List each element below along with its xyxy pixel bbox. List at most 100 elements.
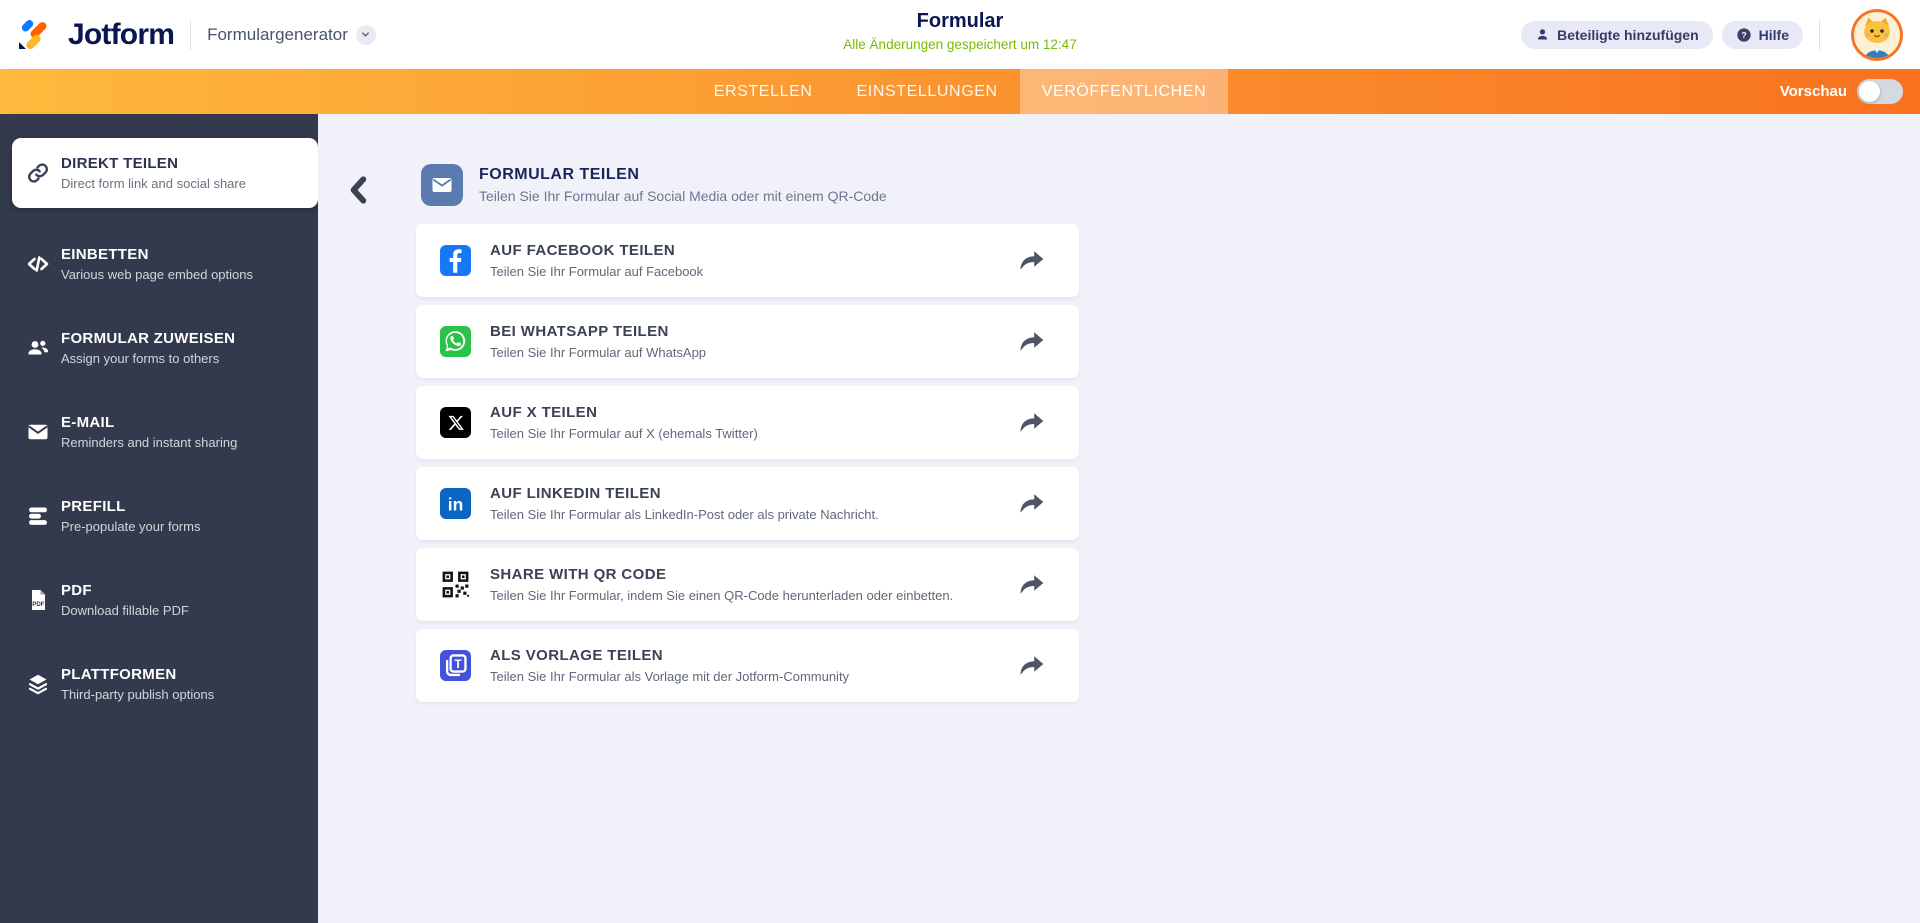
rows-icon: [26, 504, 50, 528]
linkedin-icon: in: [440, 488, 471, 519]
share-arrow-icon[interactable]: [1019, 493, 1045, 515]
share-option-texts: ALS VORLAGE TEILEN Teilen Sie Ihr Formula…: [490, 647, 849, 684]
share-arrow-icon[interactable]: [1019, 655, 1045, 677]
section-subtitle: Teilen Sie Ihr Formular auf Social Media…: [479, 188, 887, 204]
publish-sidebar: DIREKT TEILEN Direct form link and social…: [0, 114, 318, 923]
svg-text:T: T: [455, 658, 462, 671]
toggle-knob: [1859, 81, 1880, 102]
share-option-texts: SHARE WITH QR CODE Teilen Sie Ihr Formula…: [490, 566, 953, 603]
share-option-facebook[interactable]: AUF FACEBOOK TEILEN Teilen Sie Ihr Formul…: [416, 224, 1079, 297]
sidebar-item-text: EINBETTEN Various web page embed options: [61, 246, 253, 282]
back-button[interactable]: [342, 174, 376, 208]
share-option-subtitle: Teilen Sie Ihr Formular, indem Sie einen…: [490, 588, 954, 603]
tab-veroeffentlichen[interactable]: VERÖFFENTLICHEN: [1019, 69, 1229, 114]
share-option-subtitle: Teilen Sie Ihr Formular auf Facebook: [490, 264, 704, 279]
sidebar-item-text: DIREKT TEILEN Direct form link and social…: [61, 155, 246, 191]
sidebar-item-pdf[interactable]: PDF PDF Download fillable PDF: [0, 558, 318, 642]
facebook-icon: [440, 245, 471, 276]
person-icon: [1538, 29, 1548, 40]
share-option-title: AUF X TEILEN: [490, 404, 598, 421]
section-title: FORMULAR TEILEN: [479, 166, 640, 183]
share-option-template[interactable]: T ALS VORLAGE TEILEN Teilen Sie Ihr Formul…: [416, 629, 1079, 702]
share-option-subtitle: Teilen Sie Ihr Formular als LinkedIn-Pos…: [490, 507, 879, 522]
envelope-tile-icon: [421, 164, 463, 206]
top-header: Jotform Formulargenerator Formular Alle …: [0, 0, 1920, 69]
tab-erstellen[interactable]: ERSTELLEN: [692, 69, 835, 114]
sidebar-item-title: FORMULAR ZUWEISEN: [61, 330, 236, 347]
share-option-subtitle: Teilen Sie Ihr Formular auf X (ehemals T…: [490, 426, 758, 441]
share-option-linkedin[interactable]: in AUF LINKEDIN TEILEN Teilen Sie Ihr Form…: [416, 467, 1079, 540]
header-right: Beteiligte hinzufügen ? Hilfe: [1521, 8, 1903, 61]
sidebar-item-subtitle: Download fillable PDF: [61, 603, 189, 618]
share-arrow-icon[interactable]: [1019, 574, 1045, 596]
sidebar-item-e-mail[interactable]: E-MAIL Reminders and instant sharing: [0, 390, 318, 474]
svg-text:in: in: [448, 495, 463, 515]
user-avatar[interactable]: [1836, 8, 1903, 61]
cat-avatar-icon: [1851, 8, 1903, 61]
envelope-icon: [26, 420, 50, 444]
sidebar-item-title: E-MAIL: [61, 414, 115, 431]
preview-control: Vorschau: [1780, 69, 1903, 114]
qr-icon: [440, 569, 471, 600]
preview-label: Vorschau: [1779, 83, 1847, 100]
share-arrow-icon[interactable]: [1019, 412, 1045, 434]
share-option-texts: BEI WHATSAPP TEILEN Teilen Sie Ihr Formul…: [490, 323, 706, 360]
share-option-qr-code[interactable]: SHARE WITH QR CODE Teilen Sie Ihr Formula…: [416, 548, 1079, 621]
sidebar-item-subtitle: Pre-populate your forms: [61, 519, 201, 534]
sidebar-item-direkt-teilen[interactable]: DIREKT TEILEN Direct form link and social…: [12, 138, 318, 208]
chevron-down-icon: [355, 24, 376, 45]
sidebar-item-formular-zuweisen[interactable]: FORMULAR ZUWEISEN Assign your forms to ot…: [0, 306, 318, 390]
share-option-subtitle: Teilen Sie Ihr Formular als Vorlage mit …: [490, 669, 850, 684]
share-option-whatsapp[interactable]: BEI WHATSAPP TEILEN Teilen Sie Ihr Formul…: [416, 305, 1079, 378]
sidebar-item-plattformen[interactable]: PLATTFORMEN Third-party publish options: [0, 642, 318, 726]
header-left: Jotform Formulargenerator: [17, 15, 376, 55]
sidebar-item-title: PDF: [61, 582, 92, 599]
share-option-title: SHARE WITH QR CODE: [490, 566, 667, 583]
share-option-title: ALS VORLAGE TEILEN: [490, 647, 664, 664]
share-option-texts: AUF LINKEDIN TEILEN Teilen Sie Ihr Formul…: [490, 485, 879, 522]
sidebar-item-subtitle: Third-party publish options: [61, 687, 215, 702]
header-divider: [1819, 19, 1820, 50]
share-arrow-icon[interactable]: [1019, 331, 1045, 353]
body-row: DIREKT TEILEN Direct form link and social…: [0, 114, 1920, 923]
add-collaborators-button[interactable]: Beteiligte hinzufügen: [1521, 20, 1713, 49]
sidebar-item-subtitle: Direct form link and social share: [61, 176, 246, 191]
x-icon: [440, 407, 471, 438]
share-option-x[interactable]: AUF X TEILEN Teilen Sie Ihr Formular auf …: [416, 386, 1079, 459]
header-divider: [190, 19, 192, 50]
sidebar-item-text: PLATTFORMEN Third-party publish options: [61, 666, 214, 702]
share-option-texts: AUF X TEILEN Teilen Sie Ihr Formular auf …: [490, 404, 758, 441]
whatsapp-icon: [440, 326, 471, 357]
preview-toggle[interactable]: [1857, 79, 1903, 104]
sidebar-item-text: PDF Download fillable PDF: [61, 582, 189, 618]
code-icon: [26, 252, 50, 276]
sidebar-item-title: PLATTFORMEN: [61, 666, 177, 683]
question-icon: ?: [1736, 27, 1751, 42]
share-arrow-icon[interactable]: [1019, 250, 1045, 272]
add-collaborators-label: Beteiligte hinzufügen: [1557, 26, 1699, 43]
svg-text:PDF: PDF: [32, 601, 45, 608]
layers-icon: [26, 672, 50, 696]
form-title-block: Formular Alle Änderungen gespeichert um …: [843, 10, 1076, 52]
tab-einstellungen[interactable]: EINSTELLUNGEN: [835, 69, 1020, 114]
people-icon: [26, 336, 50, 360]
help-label: Hilfe: [1758, 26, 1789, 43]
help-button[interactable]: ? Hilfe: [1721, 20, 1803, 49]
jotform-logo-icon[interactable]: [17, 15, 57, 55]
jotform-wordmark[interactable]: Jotform: [68, 18, 175, 52]
publish-content: FORMULAR TEILEN Teilen Sie Ihr Formular …: [318, 114, 1920, 923]
share-option-title: BEI WHATSAPP TEILEN: [490, 323, 669, 340]
share-option-texts: AUF FACEBOOK TEILEN Teilen Sie Ihr Formul…: [490, 242, 703, 279]
pdf-icon: PDF: [26, 588, 50, 612]
chevron-left-icon: [350, 175, 367, 204]
template-icon: T: [440, 650, 471, 681]
builder-tabs: ERSTELLEN EINSTELLUNGEN VERÖFFENTLICHEN: [692, 69, 1229, 114]
sidebar-item-prefill[interactable]: PREFILL Pre-populate your forms: [0, 474, 318, 558]
publish-navbar: ERSTELLEN EINSTELLUNGEN VERÖFFENTLICHEN Vo…: [0, 69, 1920, 114]
share-option-title: AUF FACEBOOK TEILEN: [490, 242, 676, 259]
sidebar-item-einbetten[interactable]: EINBETTEN Various web page embed options: [0, 222, 318, 306]
app-switcher-label: Formulargenerator: [207, 24, 348, 44]
autosave-status: Alle Änderungen gespeichert um 12:47: [843, 37, 1077, 52]
share-option-title: AUF LINKEDIN TEILEN: [490, 485, 661, 502]
app-switcher[interactable]: Formulargenerator: [207, 24, 376, 45]
